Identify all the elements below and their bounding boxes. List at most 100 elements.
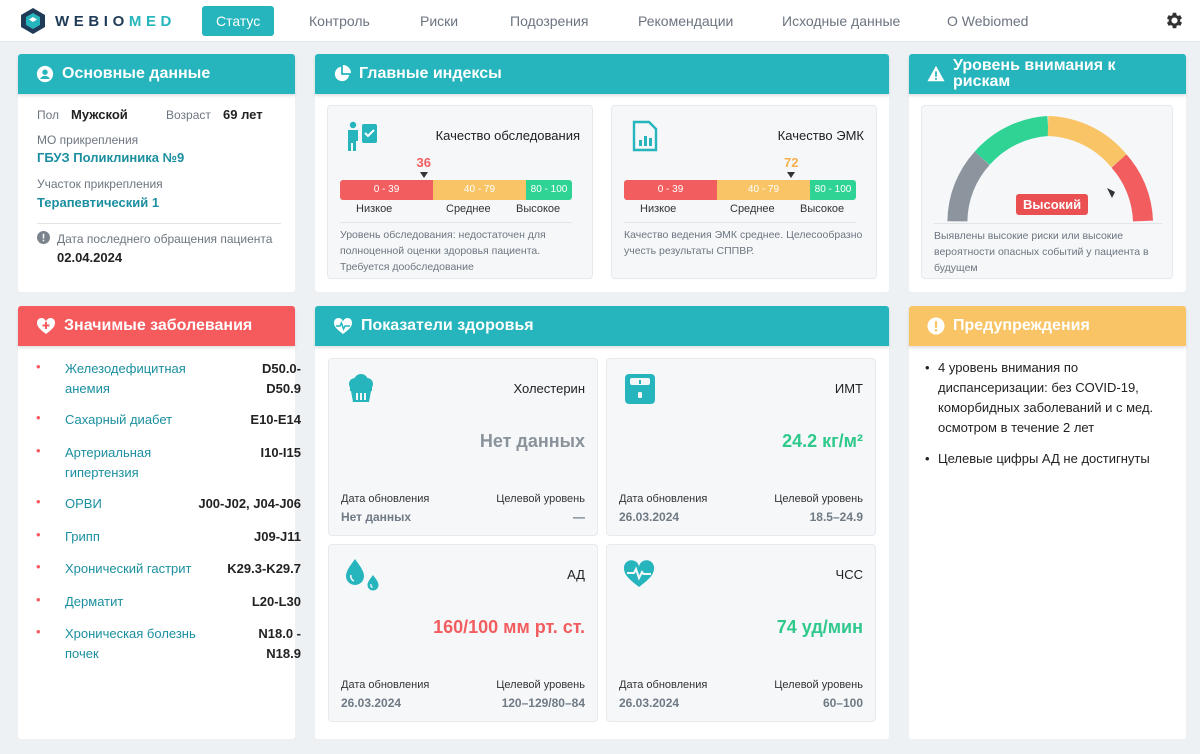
nav-control[interactable]: Контроль bbox=[295, 6, 384, 36]
blood-pressure-value: 160/100 мм рт. ст. bbox=[433, 617, 585, 637]
basic-data-card: Основные данные Пол Мужской Возраст 69 л… bbox=[18, 54, 295, 292]
exam-quality-scale: 0 - 39 40 - 79 80 - 100 bbox=[340, 180, 572, 200]
emk-quality-value: 72 bbox=[784, 155, 799, 170]
nav-status[interactable]: Статус bbox=[202, 6, 275, 36]
divider bbox=[934, 223, 1162, 224]
disease-item[interactable]: • Железодефицитная анемия D50.0-D50.9 bbox=[36, 359, 301, 399]
disease-item[interactable]: • Артериальная гипертензия I10-I15 bbox=[36, 443, 301, 483]
attention-level-header: Уровень внимания к рискам bbox=[909, 54, 1186, 94]
nav-about[interactable]: О Webiomed bbox=[933, 6, 1042, 36]
bmi-panel[interactable]: ИМТ 24.2 кг/м² Дата обновления 26.03.202… bbox=[606, 358, 876, 536]
disease-name[interactable]: Хронический гастрит bbox=[65, 559, 191, 579]
area-value[interactable]: Терапевтический 1 bbox=[37, 195, 159, 210]
bmi-value: 24.2 кг/м² bbox=[782, 431, 863, 451]
heart-rate-title: ЧСС bbox=[835, 567, 863, 582]
main-indices-header: Главные индексы bbox=[315, 54, 889, 94]
target-level-value: 120–129/80–84 bbox=[501, 696, 585, 710]
disease-item[interactable]: • ОРВИ J00-J02, J04-J06 bbox=[36, 494, 301, 514]
logo[interactable]: WEBIOMED bbox=[19, 7, 176, 35]
update-date-label: Дата обновления bbox=[341, 679, 430, 691]
attention-level-title: Уровень внимания к рискам bbox=[953, 57, 1116, 90]
exam-quality-marker bbox=[419, 172, 428, 178]
bullet: • bbox=[925, 451, 930, 466]
attention-gauge-panel[interactable]: Высокий Выявлены высокие риски или высок… bbox=[921, 105, 1173, 279]
emk-quality-note: Качество ведения ЭМК среднее. Целесообра… bbox=[624, 229, 863, 257]
risk-level-badge: Высокий bbox=[1016, 194, 1089, 215]
scale-low: 0 - 39 bbox=[340, 180, 433, 200]
divider bbox=[37, 223, 281, 224]
main-indices-card: Главные индексы Качество обследования 36… bbox=[315, 54, 889, 292]
disease-item[interactable]: • Хроническая болезнь почек N18.0 - N18.… bbox=[36, 624, 301, 664]
emk-quality-panel[interactable]: Качество ЭМК 72 0 - 39 40 - 79 80 - 100 … bbox=[611, 105, 877, 279]
update-date-value: Нет данных bbox=[341, 510, 412, 524]
exam-quality-panel[interactable]: Качество обследования 36 0 - 39 40 - 79 … bbox=[327, 105, 593, 279]
nav-suspicions[interactable]: Подозрения bbox=[496, 6, 602, 36]
bullet: • bbox=[36, 443, 41, 458]
divider bbox=[340, 222, 572, 223]
bullet: • bbox=[36, 359, 41, 374]
target-level-value: 60–100 bbox=[822, 696, 863, 710]
nav-risks[interactable]: Риски bbox=[406, 6, 472, 36]
cholesterol-panel[interactable]: Холестерин Нет данных Дата обновления Не… bbox=[328, 358, 598, 536]
mo-label: МО прикрепления bbox=[37, 133, 139, 147]
disease-name[interactable]: Дерматит bbox=[65, 592, 123, 612]
bullet: • bbox=[36, 410, 41, 425]
disease-name[interactable]: Грипп bbox=[65, 527, 100, 547]
emk-quality-scale: 0 - 39 40 - 79 80 - 100 bbox=[624, 180, 856, 200]
disease-item[interactable]: • Дерматит L20-L30 bbox=[36, 592, 301, 612]
update-date-value: 26.03.2024 bbox=[619, 696, 680, 710]
disease-code: D50.0-D50.9 bbox=[261, 361, 301, 396]
disease-item[interactable]: • Грипп J09-J11 bbox=[36, 527, 301, 547]
exam-quality-title: Качество обследования bbox=[435, 128, 580, 143]
health-indicators-title: Показатели здоровья bbox=[361, 317, 534, 334]
document-chart-icon bbox=[632, 120, 658, 152]
warning-text: 4 уровень внимания по диспансеризации: б… bbox=[938, 360, 1154, 435]
warning-triangle-icon bbox=[927, 65, 945, 82]
level-high: Высокое bbox=[800, 203, 845, 215]
heart-rate-icon bbox=[623, 560, 655, 587]
heart-rate-panel[interactable]: ЧСС 74 уд/мин Дата обновления 26.03.2024… bbox=[606, 544, 876, 722]
nav-recommendations[interactable]: Рекомендации bbox=[624, 6, 747, 36]
disease-item[interactable]: • Сахарный диабет E10-E14 bbox=[36, 410, 301, 430]
heart-pulse-icon bbox=[333, 317, 353, 334]
target-level-label: Целевой уровень bbox=[774, 493, 863, 505]
heart-plus-icon bbox=[36, 317, 56, 334]
level-mid: Среднее bbox=[446, 203, 491, 215]
last-visit-label: Дата последнего обращения пациента bbox=[57, 232, 273, 246]
attention-level-card: Уровень внимания к рискам Высокий Выявле… bbox=[909, 54, 1186, 292]
disease-item[interactable]: • Хронический гастрит K29.3-K29.7 bbox=[36, 559, 301, 579]
blood-pressure-panel[interactable]: АД 160/100 мм рт. ст. Дата обновления 26… bbox=[328, 544, 598, 722]
disease-code: J00-J02, J04-J06 bbox=[198, 496, 301, 511]
gear-icon[interactable] bbox=[1164, 10, 1185, 31]
emk-quality-title: Качество ЭМК bbox=[777, 128, 864, 143]
logo-icon bbox=[21, 8, 45, 34]
warnings-title: Предупреждения bbox=[953, 317, 1090, 334]
disease-name[interactable]: ОРВИ bbox=[65, 494, 102, 514]
bullet: • bbox=[925, 360, 930, 375]
emk-quality-marker bbox=[787, 172, 796, 178]
warning-text: Целевые цифры АД не достигнуты bbox=[938, 451, 1150, 466]
doctor-checklist-icon bbox=[348, 121, 377, 151]
top-nav: WEBIOMED Статус Контроль Риски Подозрени… bbox=[0, 0, 1200, 42]
sex-value: Мужской bbox=[71, 107, 128, 122]
age-value: 69 лет bbox=[223, 107, 263, 122]
target-level-value: 18.5–24.9 bbox=[809, 510, 863, 524]
user-icon bbox=[36, 65, 54, 83]
disease-code: J09-J11 bbox=[254, 529, 301, 544]
basic-data-title: Основные данные bbox=[62, 65, 211, 82]
disease-name[interactable]: Хроническая болезнь почек bbox=[65, 624, 215, 664]
basic-data-header: Основные данные bbox=[18, 54, 295, 94]
disease-name[interactable]: Сахарный диабет bbox=[65, 410, 172, 430]
cupcake-icon bbox=[349, 374, 373, 402]
level-low: Низкое bbox=[356, 203, 393, 215]
nav-source-data[interactable]: Исходные данные bbox=[768, 6, 914, 36]
drops-icon bbox=[346, 559, 379, 591]
scale-mid: 40 - 79 bbox=[433, 180, 526, 200]
update-date-label: Дата обновления bbox=[619, 679, 708, 691]
area-label: Участок прикрепления bbox=[37, 177, 163, 191]
mo-value[interactable]: ГБУЗ Поликлиника №9 bbox=[37, 150, 184, 165]
disease-name[interactable]: Железодефицитная анемия bbox=[65, 359, 215, 399]
disease-name[interactable]: Артериальная гипертензия bbox=[65, 443, 195, 483]
level-low: Низкое bbox=[640, 203, 677, 215]
update-date-label: Дата обновления bbox=[619, 493, 708, 505]
